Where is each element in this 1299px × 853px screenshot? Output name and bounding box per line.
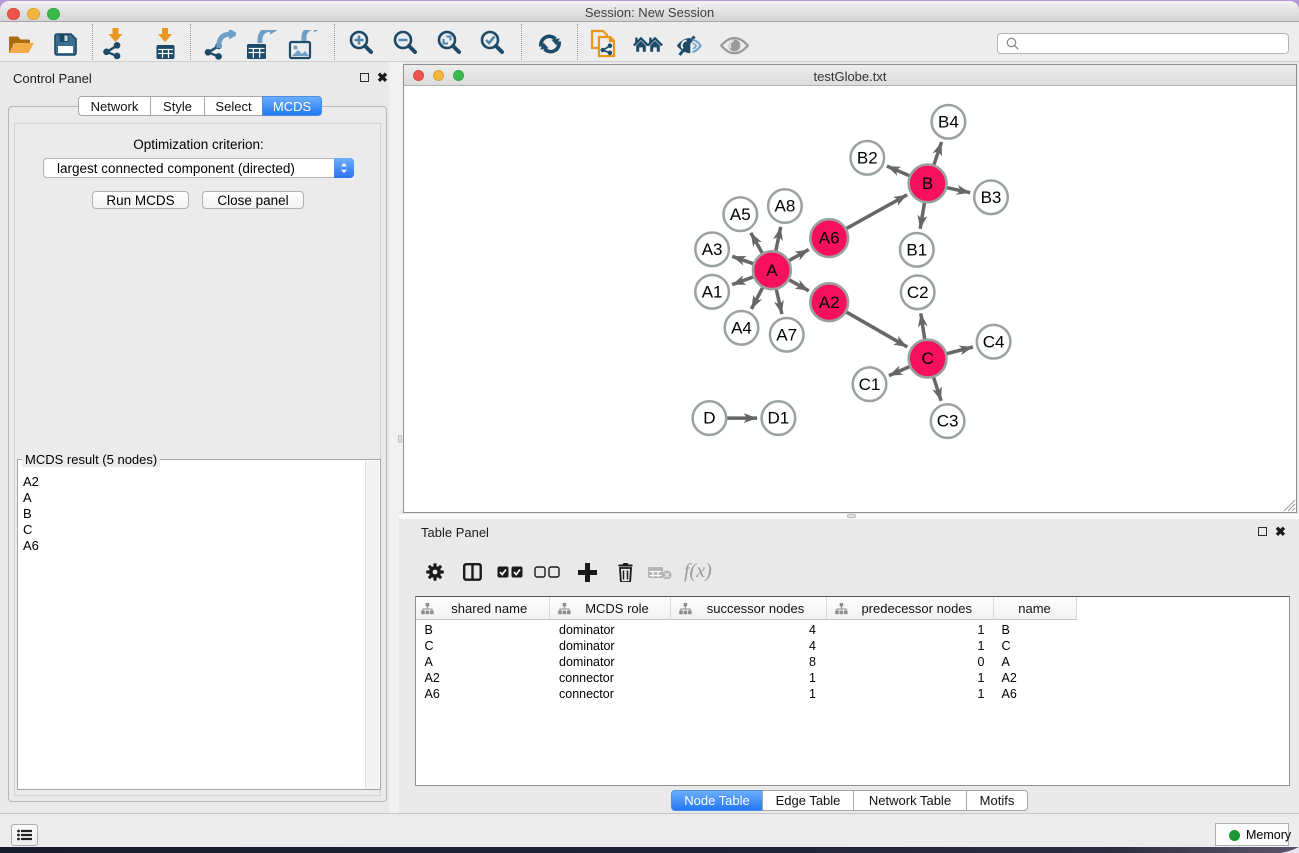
svg-text:A8: A8: [775, 197, 796, 216]
svg-text:B2: B2: [857, 148, 878, 167]
svg-text:C2: C2: [907, 283, 929, 302]
svg-text:A: A: [766, 261, 778, 280]
svg-text:A4: A4: [731, 318, 752, 337]
svg-text:B4: B4: [938, 112, 959, 131]
svg-text:B1: B1: [906, 240, 927, 259]
svg-text:A2: A2: [819, 293, 840, 312]
svg-text:D1: D1: [768, 409, 790, 428]
svg-text:C4: C4: [983, 332, 1005, 351]
svg-text:C1: C1: [859, 375, 881, 394]
svg-text:C: C: [921, 349, 933, 368]
svg-text:A5: A5: [730, 205, 751, 224]
svg-text:C3: C3: [937, 412, 959, 431]
svg-text:A7: A7: [776, 325, 797, 344]
svg-text:B: B: [922, 174, 933, 193]
svg-text:A6: A6: [819, 229, 840, 248]
svg-text:D: D: [703, 409, 715, 428]
svg-text:A1: A1: [702, 282, 723, 301]
svg-text:B3: B3: [981, 188, 1002, 207]
svg-text:A3: A3: [702, 240, 723, 259]
